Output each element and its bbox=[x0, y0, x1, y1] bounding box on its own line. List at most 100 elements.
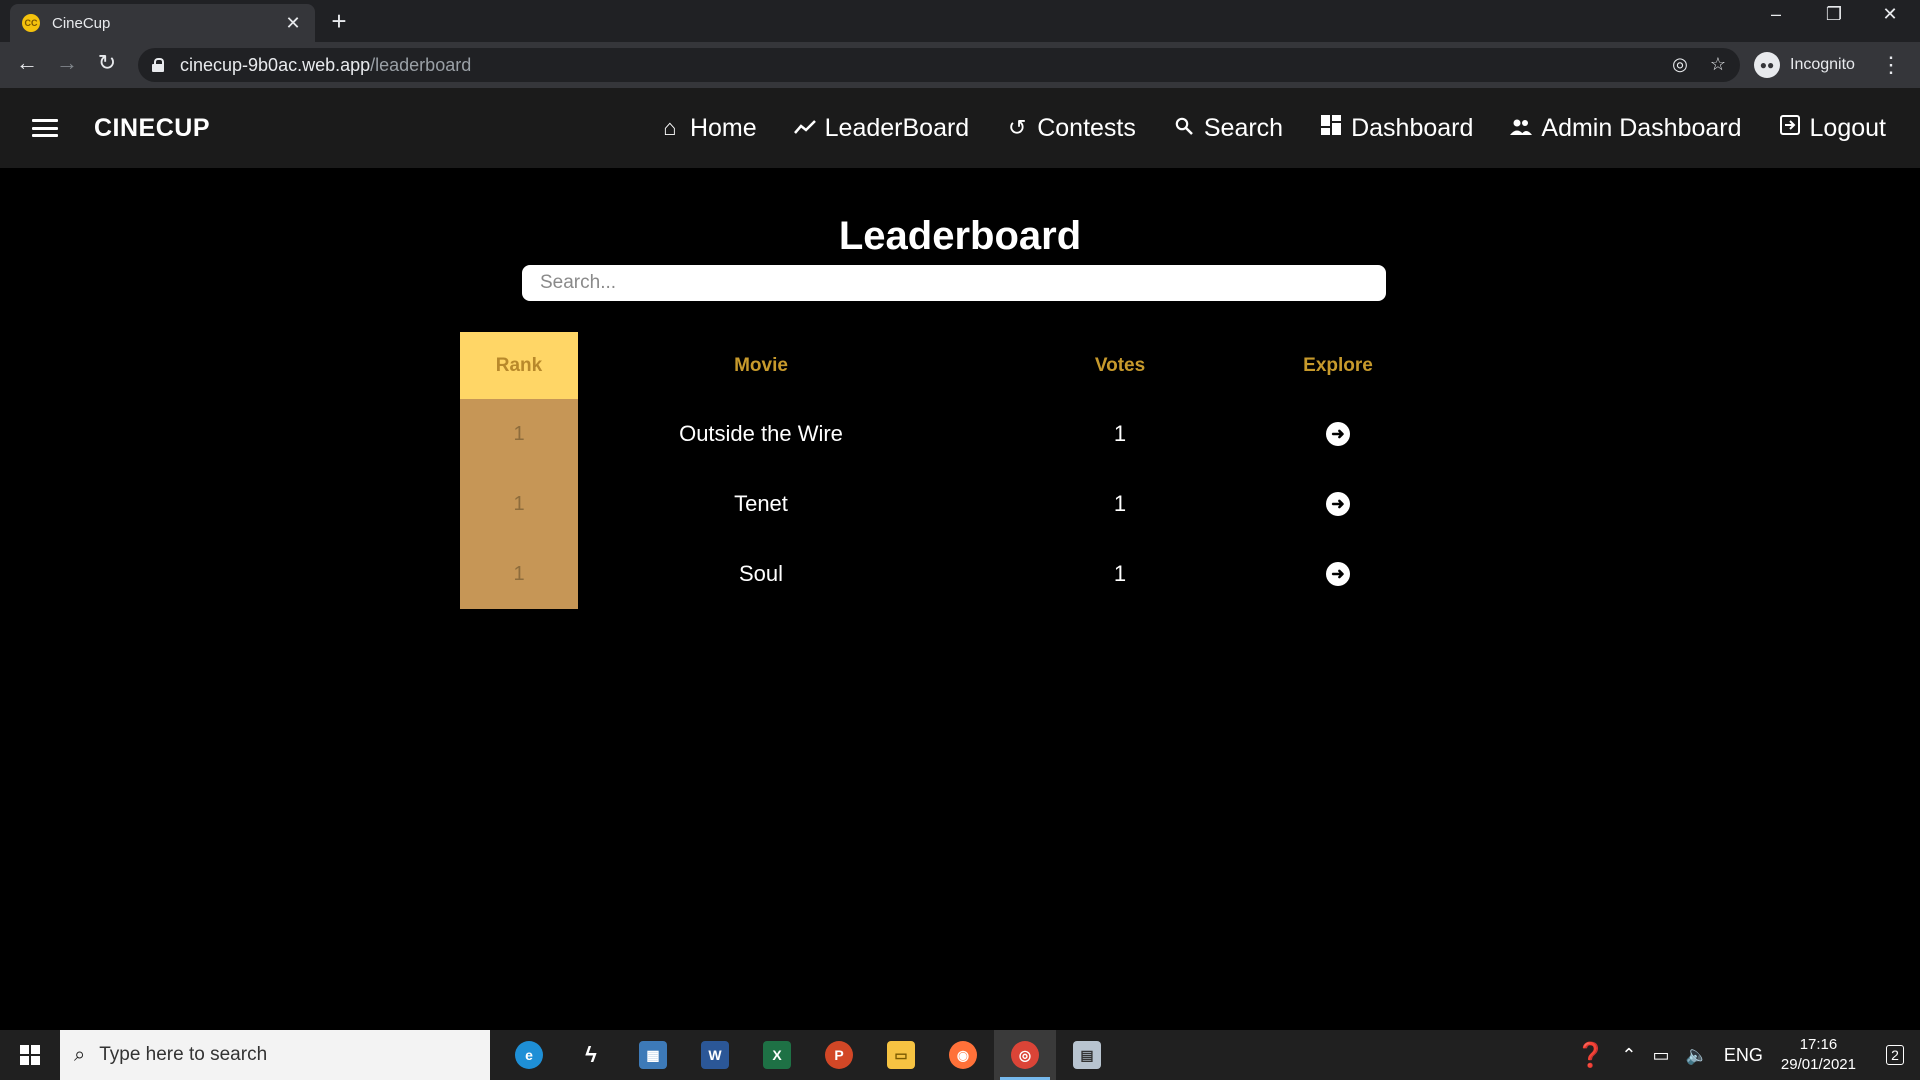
incognito-label: Incognito bbox=[1790, 56, 1855, 73]
nav-label: Contests bbox=[1037, 113, 1136, 142]
clock[interactable]: 17:16 29/01/2021 bbox=[1781, 1035, 1856, 1075]
table-header-row: Rank Movie Votes Explore bbox=[460, 332, 1400, 399]
system-tray: ❓ ⌃ ▭ 🔈 ENG 17:16 29/01/2021 2 bbox=[1567, 1030, 1920, 1080]
url-host: cinecup-9b0ac.web.app bbox=[180, 54, 371, 75]
clock-date: 29/01/2021 bbox=[1780, 1056, 1856, 1073]
remote-app-icon[interactable]: ▤ bbox=[1056, 1030, 1118, 1080]
language-indicator[interactable]: ENG bbox=[1724, 1045, 1763, 1066]
movie-header: Movie bbox=[734, 354, 788, 376]
close-window-button[interactable]: ✕ bbox=[1870, 4, 1910, 25]
incognito-profile-button[interactable]: ●● Incognito bbox=[1754, 48, 1855, 82]
nav-logout[interactable]: Logout bbox=[1778, 114, 1886, 143]
votes-count: 1 bbox=[1113, 421, 1127, 446]
leaderboard-search-input[interactable] bbox=[522, 265, 1386, 301]
restore-button[interactable]: ❐ bbox=[1814, 4, 1854, 25]
main-nav: ⌂ Home LeaderBoard ↺ Contests Search Das… bbox=[658, 88, 1886, 168]
page-title: Leaderboard bbox=[838, 214, 1082, 258]
rank-cell: 1 bbox=[460, 469, 578, 539]
search-icon: ⌕ bbox=[74, 1043, 86, 1066]
explore-cell: ➜ bbox=[1298, 539, 1378, 609]
nav-label: Admin Dashboard bbox=[1541, 113, 1742, 142]
rank-header: Rank bbox=[460, 332, 578, 399]
nav-search[interactable]: Search bbox=[1172, 114, 1283, 143]
back-arrow-icon[interactable]: ← bbox=[12, 50, 42, 76]
arrow-right-circle-icon[interactable]: ➜ bbox=[1326, 422, 1350, 446]
battery-icon[interactable]: ▭ bbox=[1652, 1045, 1669, 1066]
tracking-blocked-icon[interactable]: ◎ bbox=[1672, 54, 1688, 75]
browser-tab-strip: CC CineCup ✕ + – ❐ ✕ bbox=[0, 0, 1920, 42]
movie-title: Soul bbox=[738, 561, 784, 586]
chevron-up-icon[interactable]: ⌃ bbox=[1621, 1045, 1636, 1066]
nav-label: Search bbox=[1203, 113, 1284, 142]
table-row: 1 Tenet 1 ➜ bbox=[460, 469, 1400, 539]
reload-icon[interactable]: ↻ bbox=[92, 50, 122, 76]
votes-count: 1 bbox=[1113, 491, 1127, 516]
arrow-right-circle-icon[interactable]: ➜ bbox=[1326, 562, 1350, 586]
people-icon bbox=[1509, 115, 1533, 141]
volume-icon[interactable]: 🔈 bbox=[1685, 1045, 1707, 1066]
search-icon bbox=[1172, 115, 1196, 141]
excel-icon[interactable]: X bbox=[746, 1030, 808, 1080]
nav-label: LeaderBoard bbox=[824, 113, 970, 142]
brand-logo[interactable]: CINECUP bbox=[94, 114, 210, 143]
table-row: 1 Outside the Wire 1 ➜ bbox=[460, 399, 1400, 469]
explore-cell: ➜ bbox=[1298, 399, 1378, 469]
new-tab-button[interactable]: + bbox=[326, 6, 352, 37]
bookmark-star-icon[interactable]: ☆ bbox=[1710, 54, 1726, 75]
nav-home[interactable]: ⌂ Home bbox=[658, 113, 757, 143]
leaderboard-table: Rank Movie Votes Explore 1 Outside the W… bbox=[460, 332, 1400, 609]
hamburger-menu-icon[interactable] bbox=[32, 119, 58, 137]
browser-toolbar: ← → ↻ cinecup-9b0ac.web.app /leaderboard… bbox=[0, 42, 1920, 88]
movie-title: Tenet bbox=[734, 491, 788, 516]
nav-label: Logout bbox=[1809, 113, 1886, 142]
minimize-button[interactable]: – bbox=[1756, 4, 1796, 25]
sway-icon[interactable]: ϟ bbox=[560, 1030, 622, 1080]
votes-count: 1 bbox=[1113, 561, 1127, 586]
word-icon[interactable]: W bbox=[684, 1030, 746, 1080]
rank-cell: 1 bbox=[460, 539, 578, 609]
tab-close-icon[interactable]: ✕ bbox=[283, 13, 303, 34]
taskbar-search-box[interactable]: ⌕ Type here to search bbox=[60, 1030, 490, 1080]
explore-cell: ➜ bbox=[1298, 469, 1378, 539]
explore-header: Explore bbox=[1303, 354, 1373, 376]
nav-label: Home bbox=[689, 113, 757, 142]
forward-arrow-icon[interactable]: → bbox=[52, 50, 82, 76]
notification-center-icon[interactable]: 2 bbox=[1870, 1030, 1920, 1080]
notification-count: 2 bbox=[1886, 1045, 1904, 1065]
nav-contests[interactable]: ↺ Contests bbox=[1005, 114, 1136, 143]
table-row: 1 Soul 1 ➜ bbox=[460, 539, 1400, 609]
address-bar[interactable]: cinecup-9b0ac.web.app /leaderboard ◎ ☆ bbox=[138, 48, 1740, 82]
taskbar-search-placeholder: Type here to search bbox=[99, 1044, 268, 1065]
lock-icon[interactable] bbox=[152, 58, 164, 72]
url-path: /leaderboard bbox=[370, 54, 472, 75]
trending-icon bbox=[793, 115, 817, 141]
tab-title: CineCup bbox=[52, 14, 111, 32]
nav-label: Dashboard bbox=[1351, 113, 1474, 142]
nav-leaderboard[interactable]: LeaderBoard bbox=[793, 113, 970, 143]
nav-dashboard[interactable]: Dashboard bbox=[1319, 114, 1473, 143]
dashboard-icon bbox=[1319, 115, 1343, 141]
help-icon[interactable]: ❓ bbox=[1575, 1041, 1605, 1070]
rank-cell: 1 bbox=[460, 399, 578, 469]
movie-title: Outside the Wire bbox=[679, 421, 843, 446]
chrome-icon[interactable]: ◎ bbox=[994, 1030, 1056, 1080]
start-button[interactable] bbox=[0, 1030, 60, 1080]
cinecup-favicon-icon: CC bbox=[22, 14, 40, 32]
browser-menu-icon[interactable]: ⋮ bbox=[1880, 52, 1902, 78]
incognito-icon: ●● bbox=[1754, 52, 1780, 78]
windows-logo-icon bbox=[20, 1045, 40, 1065]
file-explorer-icon[interactable]: ▭ bbox=[870, 1030, 932, 1080]
nav-admin-dashboard[interactable]: Admin Dashboard bbox=[1509, 113, 1742, 143]
browser-tab[interactable]: CC CineCup ✕ bbox=[10, 4, 315, 42]
arrow-right-circle-icon[interactable]: ➜ bbox=[1326, 492, 1350, 516]
logout-icon bbox=[1778, 115, 1802, 141]
edge-icon[interactable]: e bbox=[498, 1030, 560, 1080]
firefox-icon[interactable]: ◉ bbox=[932, 1030, 994, 1080]
powerpoint-icon[interactable]: P bbox=[808, 1030, 870, 1080]
app-header: CINECUP ⌂ Home LeaderBoard ↺ Contests Se bbox=[0, 88, 1920, 168]
windows-taskbar: ⌕ Type here to search e ϟ ▦ W X P ▭ ◉ ◎ … bbox=[0, 1030, 1920, 1080]
photo-app-icon[interactable]: ▦ bbox=[622, 1030, 684, 1080]
clock-time: 17:16 bbox=[1799, 1036, 1838, 1053]
taskbar-apps: e ϟ ▦ W X P ▭ ◉ ◎ ▤ bbox=[498, 1030, 1118, 1080]
home-icon: ⌂ bbox=[663, 115, 677, 140]
